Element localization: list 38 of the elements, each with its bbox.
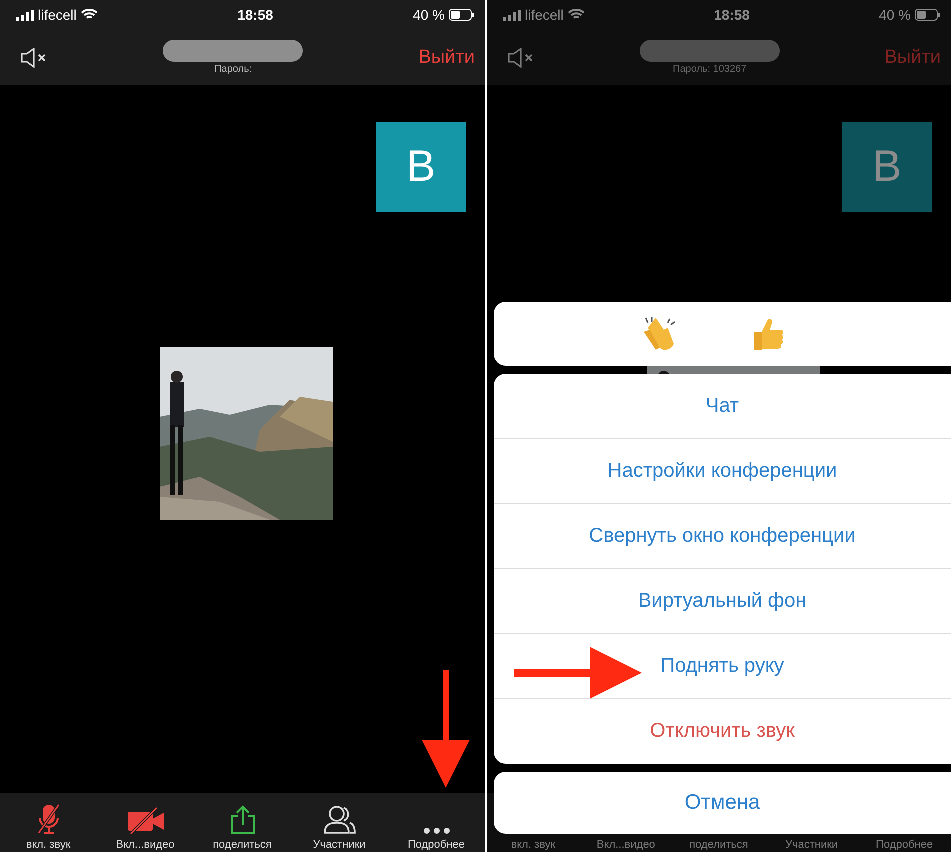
leave-button[interactable]: Выйти xyxy=(418,46,475,68)
toolbar-label[interactable]: поделиться xyxy=(690,839,748,852)
password-label: Пароль: 103267 xyxy=(673,64,747,75)
participant-avatar: B xyxy=(842,122,932,212)
toolbar-label[interactable]: Участники xyxy=(786,839,838,852)
toolbar-label[interactable]: Вкл...видео xyxy=(596,839,656,852)
carrier-name: lifecell xyxy=(525,7,564,23)
menu-item[interactable]: Свернуть окно конференции xyxy=(494,504,951,569)
toolbar-label[interactable]: поделиться xyxy=(213,839,272,852)
battery-percent: 40 % xyxy=(413,7,445,23)
toolbar-label[interactable]: вкл. звук xyxy=(26,839,71,852)
signal-icon xyxy=(16,10,34,20)
carrier-name: lifecell xyxy=(38,7,77,23)
participant-avatar: B xyxy=(376,122,466,212)
cancel-button[interactable]: Отмена xyxy=(494,772,951,834)
wifi-icon xyxy=(80,9,98,21)
clock-time: 18:58 xyxy=(714,7,750,23)
password-label: Пароль: xyxy=(214,64,252,75)
toolbar-label[interactable]: вкл. звук xyxy=(511,839,556,852)
battery-icon xyxy=(914,9,941,21)
toolbar-label[interactable]: Подробнее xyxy=(408,839,466,852)
battery-icon xyxy=(448,9,475,21)
more-icon xyxy=(422,827,450,835)
toolbar-label[interactable]: Участники xyxy=(313,839,366,852)
muted-camera-icon xyxy=(126,807,164,835)
wifi-icon xyxy=(568,9,585,21)
menu-item[interactable]: Настройки конференции xyxy=(494,439,951,504)
menu-item[interactable]: Виртуальный фон xyxy=(494,569,951,634)
clock-time: 18:58 xyxy=(238,7,274,23)
speaker-muted-icon[interactable] xyxy=(20,48,48,68)
toolbar-label[interactable]: Вкл...видео xyxy=(116,839,175,852)
signal-icon xyxy=(503,10,521,20)
menu-item[interactable]: Чат xyxy=(494,374,951,439)
toolbar-label[interactable]: Подробнее xyxy=(876,839,934,852)
menu-item[interactable]: Отключить звук xyxy=(494,699,951,764)
participants-icon xyxy=(322,805,356,835)
battery-percent: 40 % xyxy=(879,7,911,23)
muted-microphone-icon xyxy=(36,803,60,835)
